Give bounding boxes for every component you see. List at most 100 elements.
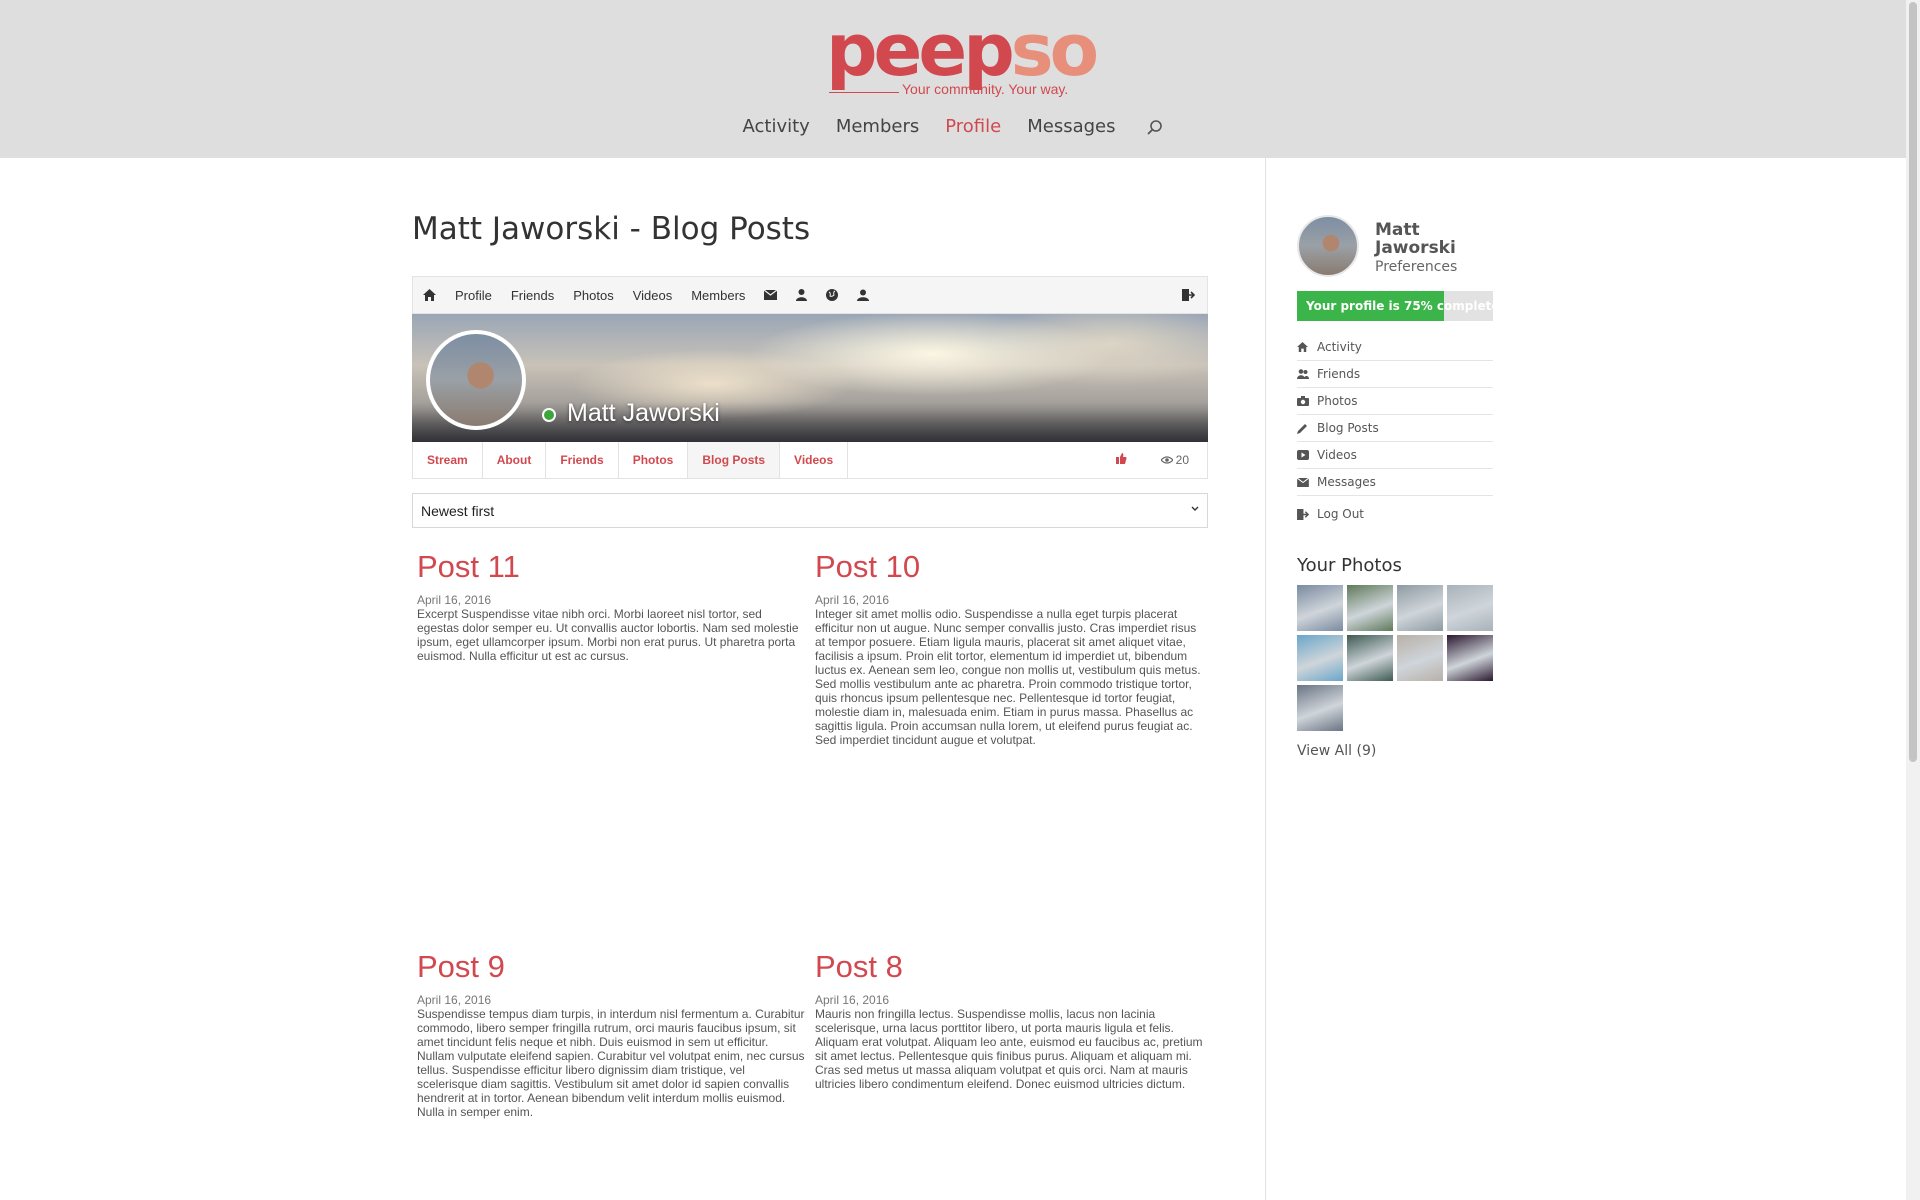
tab-videos[interactable]: Videos	[780, 442, 849, 478]
sidebar-menu: Activity Friends Photos Blog Posts Video…	[1297, 334, 1493, 496]
post-excerpt: Mauris non fringilla lectus. Suspendisse…	[815, 1007, 1203, 1091]
chevron-down-icon	[1191, 506, 1199, 511]
nav-activity[interactable]: Activity	[743, 116, 810, 137]
home-icon[interactable]	[423, 289, 436, 301]
logout-label: Log Out	[1317, 507, 1365, 521]
post-date: April 16, 2016	[815, 993, 890, 1007]
logo-text-so: so	[1010, 8, 1099, 92]
photo-thumbnail[interactable]	[1397, 585, 1443, 631]
search-icon[interactable]	[1146, 119, 1164, 137]
sidebar-avatar[interactable]	[1297, 215, 1359, 277]
sidebar-item-messages[interactable]: Messages	[1297, 469, 1493, 496]
user-icon[interactable]	[796, 289, 808, 301]
site-header: peepso Your community. Your way. Activit…	[0, 0, 1906, 158]
photo-thumbnail[interactable]	[1347, 585, 1393, 631]
profile-cover: Matt Jaworski	[412, 314, 1208, 442]
post-excerpt: Excerpt Suspendisse vitae nibh orci. Mor…	[417, 607, 799, 663]
home-icon	[1297, 342, 1317, 352]
post-title[interactable]: Post 9	[417, 950, 807, 984]
profile-toolbar: Profile Friends Photos Videos Members	[412, 276, 1208, 314]
tab-stream[interactable]: Stream	[413, 442, 483, 478]
pencil-icon	[1297, 423, 1317, 434]
user-notification-icon[interactable]	[857, 289, 870, 301]
post-card: Post 10 April 16, 2016 Integer sit amet …	[815, 550, 1205, 748]
like-icon[interactable]	[1115, 453, 1127, 467]
tab-friends[interactable]: Friends	[546, 442, 619, 478]
sidebar-item-photos[interactable]: Photos	[1297, 388, 1493, 415]
photo-thumbnail[interactable]	[1397, 635, 1443, 681]
photo-thumbnail[interactable]	[1297, 685, 1343, 731]
nav-messages[interactable]: Messages	[1027, 116, 1115, 137]
tab-about[interactable]: About	[483, 442, 547, 478]
post-title[interactable]: Post 8	[815, 950, 1205, 984]
tab-photos[interactable]: Photos	[619, 442, 689, 478]
sidebar-item-label: Videos	[1317, 448, 1357, 462]
post-card: Post 11 April 16, 2016 Excerpt Suspendis…	[417, 550, 807, 664]
view-all-photos-link[interactable]: View All (9)	[1297, 743, 1376, 759]
tab-blog-posts[interactable]: Blog Posts	[688, 442, 781, 478]
photo-thumbnail[interactable]	[1447, 635, 1493, 681]
post-title[interactable]: Post 10	[815, 550, 1205, 584]
sidebar-item-label: Friends	[1317, 367, 1361, 381]
preferences-link[interactable]: Preferences	[1375, 259, 1457, 275]
toolbar-videos[interactable]: Videos	[633, 288, 673, 303]
page-title: Matt Jaworski - Blog Posts	[412, 211, 811, 247]
progress-label: Your profile is 75% complete	[1306, 299, 1500, 313]
toolbar-members[interactable]: Members	[691, 288, 745, 303]
peepso-logo[interactable]: peepso Your community. Your way.	[826, 14, 1099, 98]
scrollbar-thumb[interactable]	[1909, 2, 1917, 762]
photo-thumbnail[interactable]	[1447, 585, 1493, 631]
logo-tagline: Your community. Your way.	[902, 81, 1069, 97]
post-card: Post 8 April 16, 2016 Mauris non fringil…	[815, 950, 1205, 1092]
post-date: April 16, 2016	[417, 593, 492, 607]
nav-members[interactable]: Members	[836, 116, 919, 137]
photo-thumbnail[interactable]	[1297, 585, 1343, 631]
camera-icon	[1297, 396, 1317, 406]
sidebar-item-friends[interactable]: Friends	[1297, 361, 1493, 388]
sidebar-item-blog-posts[interactable]: Blog Posts	[1297, 415, 1493, 442]
post-excerpt: Integer sit amet mollis odio. Suspendiss…	[815, 607, 1201, 747]
profile-box: Profile Friends Photos Videos Members Ma…	[412, 276, 1208, 479]
toolbar-friends[interactable]: Friends	[511, 288, 554, 303]
page-scrollbar[interactable]	[1906, 0, 1920, 1200]
online-status-dot	[542, 408, 556, 422]
sort-order-select[interactable]: Newest first	[412, 493, 1208, 528]
post-date: April 16, 2016	[815, 593, 890, 607]
logo-text-peep: peep	[826, 8, 1015, 92]
toolbar-profile[interactable]: Profile	[455, 288, 492, 303]
globe-icon[interactable]	[826, 289, 839, 301]
sidebar-divider	[1265, 158, 1266, 1200]
post-title[interactable]: Post 11	[417, 550, 807, 584]
your-photos-title: Your Photos	[1297, 555, 1402, 576]
logout-icon	[1297, 508, 1317, 520]
post-date: April 16, 2016	[417, 993, 492, 1007]
sidebar-item-label: Photos	[1317, 394, 1358, 408]
sidebar-item-label: Activity	[1317, 340, 1362, 354]
profile-avatar[interactable]	[426, 330, 526, 430]
logout-icon[interactable]	[1182, 289, 1195, 301]
cover-profile-name: Matt Jaworski	[567, 399, 720, 427]
main-nav: Activity Members Profile Messages	[0, 116, 1906, 137]
post-excerpt: Suspendisse tempus diam turpis, in inter…	[417, 1007, 805, 1119]
sidebar-item-videos[interactable]: Videos	[1297, 442, 1493, 469]
sort-selected-value: Newest first	[421, 502, 495, 519]
photo-thumbnail[interactable]	[1297, 635, 1343, 681]
toolbar-photos[interactable]: Photos	[573, 288, 613, 303]
sidebar-logout[interactable]: Log Out	[1297, 507, 1364, 521]
views-count: 20	[1175, 453, 1189, 467]
nav-profile[interactable]: Profile	[945, 116, 1001, 137]
logo-wordmark: peepso	[826, 14, 1099, 86]
sidebar-item-label: Messages	[1317, 475, 1376, 489]
envelope-icon[interactable]	[764, 290, 778, 300]
eye-icon	[1160, 456, 1173, 464]
photo-thumbnail[interactable]	[1347, 635, 1393, 681]
sidebar-user-name[interactable]: Matt Jaworski	[1375, 221, 1485, 257]
photo-grid	[1297, 585, 1497, 731]
tabs-spacer	[848, 442, 1115, 478]
friends-icon	[1297, 369, 1317, 379]
post-card: Post 9 April 16, 2016 Suspendisse tempus…	[417, 950, 807, 1120]
profile-completeness-bar[interactable]: Your profile is 75% complete	[1297, 291, 1499, 321]
logo-underline	[829, 92, 899, 93]
profile-tabs: Stream About Friends Photos Blog Posts V…	[412, 442, 1208, 479]
sidebar-item-activity[interactable]: Activity	[1297, 334, 1493, 361]
